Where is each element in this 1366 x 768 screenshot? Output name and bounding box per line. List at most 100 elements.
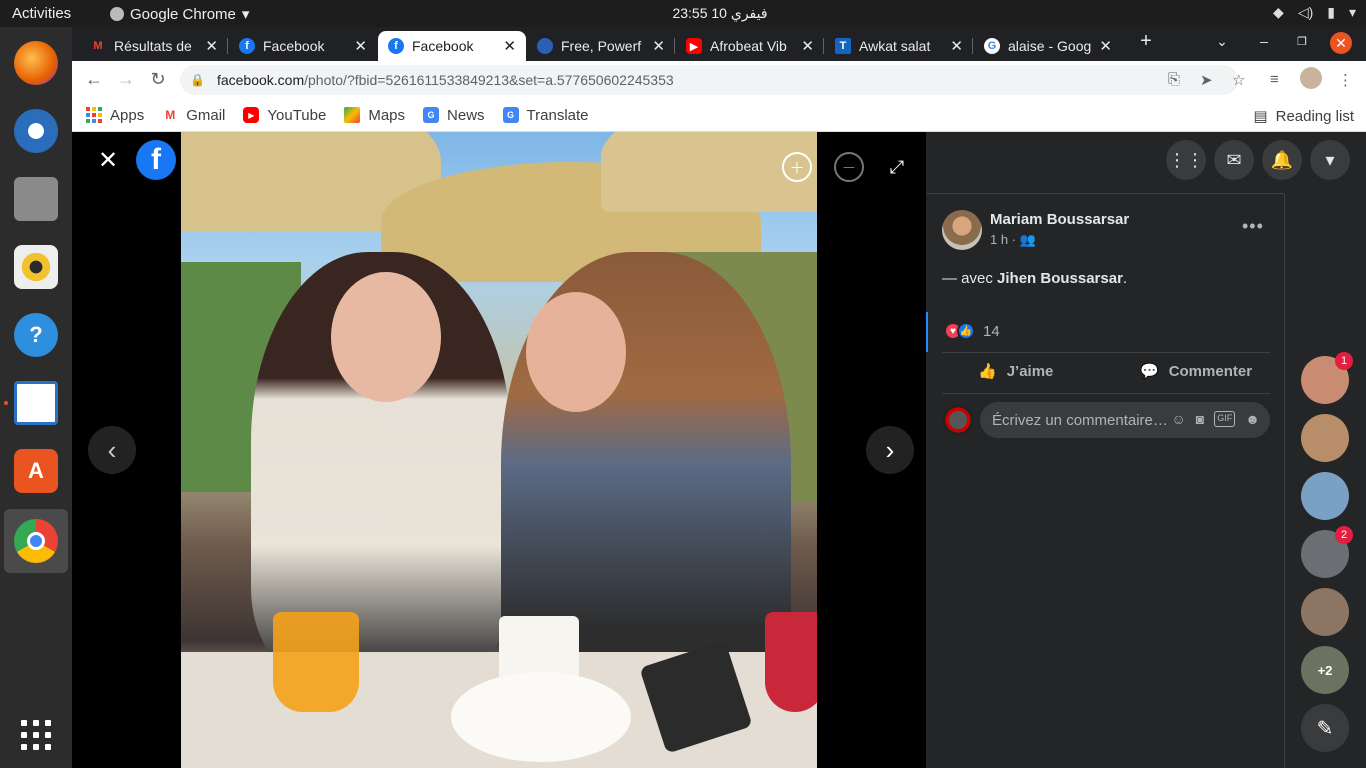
divider	[942, 352, 1270, 353]
minimize-button[interactable]: –	[1252, 33, 1276, 55]
contacts-sidebar: 1 2 +2 ✎	[1284, 194, 1366, 768]
previous-photo-button[interactable]: ‹	[88, 426, 136, 474]
close-icon[interactable]: ✕	[503, 37, 516, 55]
fullscreen-icon[interactable]: ⤢	[882, 152, 912, 182]
tab-separator	[972, 38, 973, 54]
account-chevron-icon[interactable]: ▾	[1310, 140, 1350, 180]
news-icon: G	[423, 107, 440, 123]
contact-avatar[interactable]	[1301, 414, 1349, 462]
maximize-button[interactable]: ❐	[1290, 35, 1314, 57]
contact-avatar[interactable]: 2	[1301, 526, 1353, 578]
comment-input[interactable]: Écrivez un commentaire… ☺ ◙ GIF ☻	[980, 402, 1270, 438]
profile-avatar[interactable]	[1300, 67, 1322, 89]
tab[interactable]: ▶ Afrobeat Vib ✕	[676, 31, 824, 61]
tab-title: alaise - Goog	[1008, 38, 1092, 54]
chrome-launcher[interactable]	[4, 509, 68, 573]
notification-badge: 2	[1335, 526, 1353, 544]
tab[interactable]: T Awkat salat ✕	[825, 31, 973, 61]
zoom-out-icon[interactable]: －	[834, 152, 864, 182]
reading-list-button[interactable]: ▤ Reading list	[1253, 107, 1354, 126]
bookmark-label: Translate	[526, 106, 589, 124]
clock[interactable]: فيفري 10 23:55	[600, 5, 840, 22]
comment-button[interactable]: 💬 Commenter	[1140, 362, 1252, 381]
bookmark-news[interactable]: G News	[423, 107, 485, 124]
tab-search-icon[interactable]: ⌄	[1210, 33, 1234, 55]
gif-icon[interactable]: GIF	[1214, 411, 1236, 427]
kebab-menu-icon[interactable]: ⋮	[1338, 71, 1353, 89]
more-options-icon[interactable]: •••	[1242, 216, 1264, 237]
system-tray[interactable]: ◆ ◁) ▮ ▾	[1273, 4, 1356, 21]
software-launcher[interactable]: A	[8, 443, 64, 499]
notifications-bell-icon[interactable]: 🔔	[1262, 140, 1302, 180]
bookmark-translate[interactable]: G Translate	[502, 106, 589, 124]
bookmark-apps[interactable]: Apps	[86, 107, 144, 124]
emoji-icon[interactable]: ☺	[1172, 411, 1186, 427]
menu-grid-icon[interactable]: ⋮⋮	[1166, 140, 1206, 180]
show-applications-button[interactable]	[8, 707, 64, 763]
address-bar[interactable]: 🔒 facebook.com/photo/?fbid=5261611533849…	[180, 65, 1238, 95]
messenger-icon[interactable]: ✉	[1214, 140, 1254, 180]
close-viewer-button[interactable]: ✕	[94, 146, 122, 174]
back-arrow-icon[interactable]: ←	[82, 69, 106, 90]
contact-avatar[interactable]: 1	[1301, 352, 1353, 404]
caption-prefix: — avec	[942, 270, 998, 287]
media-queue-icon[interactable]: ≡	[1270, 71, 1279, 88]
facebook-logo-icon[interactable]: f	[136, 140, 176, 180]
close-icon[interactable]: ✕	[354, 37, 367, 55]
thunderbird-launcher[interactable]	[8, 103, 64, 159]
like-reaction-icon: 👍	[957, 322, 975, 340]
like-label: J’aime	[1006, 362, 1054, 380]
gmail-icon: M	[93, 40, 103, 52]
zoom-in-icon[interactable]: ＋	[782, 152, 812, 182]
files-launcher[interactable]	[8, 171, 64, 227]
send-icon[interactable]: ➤	[1200, 71, 1213, 89]
close-icon[interactable]: ✕	[950, 37, 963, 55]
new-message-button[interactable]: ✎	[1301, 704, 1349, 752]
close-window-button[interactable]: ✕	[1330, 32, 1352, 54]
firefox-launcher[interactable]	[8, 35, 64, 91]
url-path: /photo/?fbid=5261611533849213&set=a.5776…	[304, 72, 674, 88]
avatar[interactable]	[942, 404, 974, 436]
new-tab-button[interactable]: +	[1134, 30, 1158, 52]
contact-avatar[interactable]	[1301, 472, 1349, 520]
close-icon[interactable]: ✕	[205, 37, 218, 55]
close-icon[interactable]: ✕	[652, 37, 665, 55]
close-icon[interactable]: ✕	[801, 37, 814, 55]
tab[interactable]: M Résultats de ✕	[80, 31, 228, 61]
avatar[interactable]	[942, 210, 982, 250]
contact-avatar[interactable]	[1301, 588, 1349, 636]
tab[interactable]: Free, Powerf ✕	[527, 31, 675, 61]
tab-title: Résultats de	[114, 38, 192, 54]
more-contacts-avatar[interactable]: +2	[1301, 646, 1349, 694]
tab-active[interactable]: f Facebook ✕	[378, 31, 526, 61]
tab-title: Awkat salat	[859, 38, 931, 54]
tagged-person-link[interactable]: Jihen Boussarsar	[997, 270, 1123, 287]
author-name[interactable]: Mariam Boussarsar	[990, 211, 1129, 228]
translate-page-icon[interactable]: ⎘	[1168, 71, 1180, 88]
reload-icon[interactable]: ↻	[146, 69, 170, 90]
like-button[interactable]: 👍 J’aime	[978, 362, 1054, 381]
camera-icon[interactable]: ◙	[1196, 411, 1204, 427]
bookmark-label: Apps	[110, 106, 145, 124]
close-icon[interactable]: ✕	[1099, 37, 1112, 55]
bookmark-gmail[interactable]: M Gmail	[162, 107, 225, 124]
bookmark-maps[interactable]: Maps	[344, 107, 405, 124]
post-time[interactable]: 1 h · 👥	[990, 232, 1036, 248]
sticker-icon[interactable]: ☻	[1245, 411, 1260, 427]
writer-launcher[interactable]	[8, 375, 64, 431]
rhythmbox-launcher[interactable]	[8, 239, 64, 295]
activities-button[interactable]: Activities	[12, 5, 71, 22]
app-menu[interactable]: Google Chrome ▾	[110, 5, 249, 23]
forward-arrow-icon[interactable]: →	[114, 69, 138, 90]
bookmark-label: YouTube	[267, 106, 327, 124]
lock-icon[interactable]: 🔒	[190, 73, 205, 87]
software-bag-icon: A	[14, 449, 58, 493]
divider	[942, 393, 1270, 394]
tab[interactable]: f Facebook ✕	[229, 31, 377, 61]
bookmark-youtube[interactable]: ▶ YouTube	[243, 107, 326, 124]
next-photo-button[interactable]: ›	[866, 426, 914, 474]
star-icon[interactable]: ☆	[1232, 71, 1245, 89]
reactions-summary[interactable]: ♥ 👍 14	[944, 322, 1000, 340]
tab[interactable]: G alaise - Goog ✕	[974, 31, 1122, 61]
help-launcher[interactable]: ?	[8, 307, 64, 363]
